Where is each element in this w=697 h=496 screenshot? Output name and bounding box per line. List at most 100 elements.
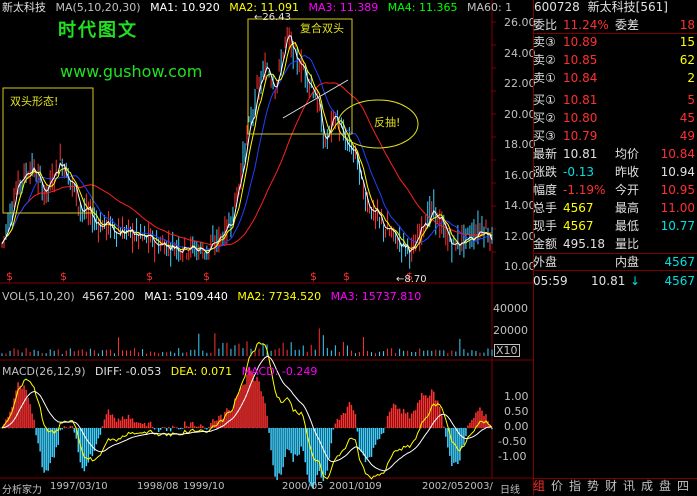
sell-row: 卖① 10.84 2 [533, 70, 697, 86]
tab-3[interactable]: 势 [587, 479, 599, 494]
price-axis-label: 20.00 [504, 107, 536, 121]
sell-level-label: 卖③ [533, 35, 556, 49]
stat-value: 495.18 [563, 237, 605, 251]
price-axis-label: 12.00 [504, 229, 536, 243]
macd-legend: MACD(26,12,9) DIFF: -0.053 DEA: 0.071 MA… [2, 365, 317, 378]
date-axis-label-5: 2001/01 [329, 481, 371, 492]
vol-axis-40000: 40000 [493, 302, 528, 315]
outer-label: 外盘 [533, 255, 558, 269]
stat-label: 最新 [533, 147, 558, 161]
price-axis-label: 22.00 [504, 77, 536, 90]
buy-price: 10.79 [563, 129, 598, 143]
macd-axis-label: 0.50 [504, 405, 529, 418]
tab-7[interactable]: 盘 [659, 479, 671, 494]
stat-value: 10.81 [563, 147, 598, 161]
ma4-value: MA4: 11.365 [387, 1, 458, 14]
buy-qty: 5 [687, 93, 695, 107]
stat-label: 金额 [533, 237, 558, 251]
buy-level-label: 买① [533, 93, 556, 107]
stat-value-2: 10.94 [660, 165, 695, 179]
buy-qty: 49 [679, 129, 695, 143]
date-axis-label-1: 1997/03/10 [50, 481, 108, 492]
ratio-value: 11.24% [563, 18, 609, 32]
diff-label: 委差 [615, 18, 640, 32]
svg-text:$: $ [146, 270, 153, 283]
stat-value-2: 11.00 [660, 201, 695, 215]
quote-stock-name: 新太科技 [587, 0, 636, 14]
tab-4[interactable]: 财 [605, 479, 617, 494]
watermark-title: 时代图文 [58, 20, 138, 41]
stat-value-2: 10.84 [660, 147, 695, 161]
price-axis-label: 10.00 [504, 260, 536, 273]
macd-params: MACD(26,12,9) [2, 365, 86, 378]
ratio-row: 委比 11.24% 委差 18 [533, 17, 697, 34]
date-axis-label-9[interactable]: 日线 [500, 481, 520, 496]
date-axis-label-4: 2000/05 [282, 481, 324, 492]
stat-row: 总手 4567 最高 11.00 [533, 200, 697, 216]
ma1-value: MA1: 10.920 [150, 1, 220, 14]
tab-8[interactable]: 四 [677, 479, 689, 494]
stat-value-2: 10.77 [660, 219, 695, 233]
date-axis-label-6: 09 [369, 481, 382, 492]
sell-row: 卖③ 10.89 15 [533, 34, 697, 50]
tick-price: 10.81 [591, 274, 626, 288]
low-price-marker: ←8.70 [396, 274, 427, 285]
buy-level-label: 买③ [533, 129, 556, 143]
vol-axis-20000: 20000 [493, 324, 528, 337]
high-price-marker: ←26.43 [254, 12, 292, 23]
svg-text:$: $ [6, 270, 13, 283]
buy-price: 10.81 [563, 93, 598, 107]
price-axis-label: 18.00 [504, 138, 536, 151]
stock-code: 600728 [534, 0, 580, 14]
stat-value: -1.19% [563, 183, 606, 197]
outer-inner-row: 外盘 内盘 4567 [533, 253, 697, 271]
volume-bars [1, 328, 493, 356]
rebound-label: 反抽! [374, 116, 401, 129]
sell-qty: 2 [687, 71, 695, 85]
stat-label-2: 最低 [615, 219, 640, 233]
tab-5[interactable]: 讯 [623, 479, 635, 494]
date-axis-label-3: 1999/10 [183, 481, 225, 492]
ma3-value: MA3: 11.389 [308, 1, 379, 14]
sell-row: 卖② 10.85 62 [533, 52, 697, 68]
macd-diff: DIFF: -0.053 [95, 365, 162, 378]
inner-value: 4567 [664, 255, 695, 269]
sell-level-label: 卖② [533, 53, 556, 67]
macd-bars [1, 367, 493, 489]
buy-price: 10.80 [563, 111, 598, 125]
stat-value: -0.13 [563, 165, 595, 179]
stat-label: 总手 [533, 201, 558, 215]
vol-params: VOL(5,10,20) [2, 290, 75, 303]
macd-dea: DEA: 0.071 [170, 365, 233, 378]
tab-1[interactable]: 价 [551, 479, 563, 494]
buy-row: 买① 10.81 5 [533, 92, 697, 108]
compound-double-top-label: 复合双头 [300, 22, 344, 35]
stat-label-2: 最高 [615, 201, 640, 215]
svg-text:$: $ [310, 270, 317, 283]
bottom-tabs: 组价指势财讯成盘四 [533, 478, 697, 495]
tab-6[interactable]: 成 [641, 479, 653, 494]
stat-label: 幅度 [533, 183, 558, 197]
macd-value: MACD: -0.249 [241, 365, 318, 378]
macd-axis-label: 0.00 [504, 420, 529, 433]
signal-markers: $ $ $ $ $ $ $ [6, 270, 413, 283]
tab-2[interactable]: 指 [569, 479, 581, 494]
stat-row: 现手 4567 最低 10.77 [533, 218, 697, 234]
date-axis-label-8: 2003/ [464, 481, 493, 492]
tick-time: 05:59 [533, 274, 568, 288]
quote-header: 600728 新太科技[561] [534, 1, 668, 14]
vol-axis-scale: X10 [494, 344, 520, 357]
tick-arrow: ↓ [630, 274, 641, 288]
ma60-line [1, 82, 492, 246]
price-axis-label: 24.00 [504, 46, 536, 60]
price-axis-label: 26.00 [504, 16, 536, 29]
stat-label-2: 均价 [615, 147, 640, 161]
buy-qty: 45 [679, 111, 695, 125]
diff-value: 18 [679, 18, 695, 32]
tab-0[interactable]: 组 [533, 479, 545, 494]
stat-label-2: 今开 [615, 183, 640, 197]
stat-row: 最新 10.81 均价 10.84 [533, 146, 697, 162]
date-axis-label-0[interactable]: 分析家力 [2, 481, 42, 496]
stat-label: 现手 [533, 219, 558, 233]
sell-qty: 62 [679, 53, 695, 67]
